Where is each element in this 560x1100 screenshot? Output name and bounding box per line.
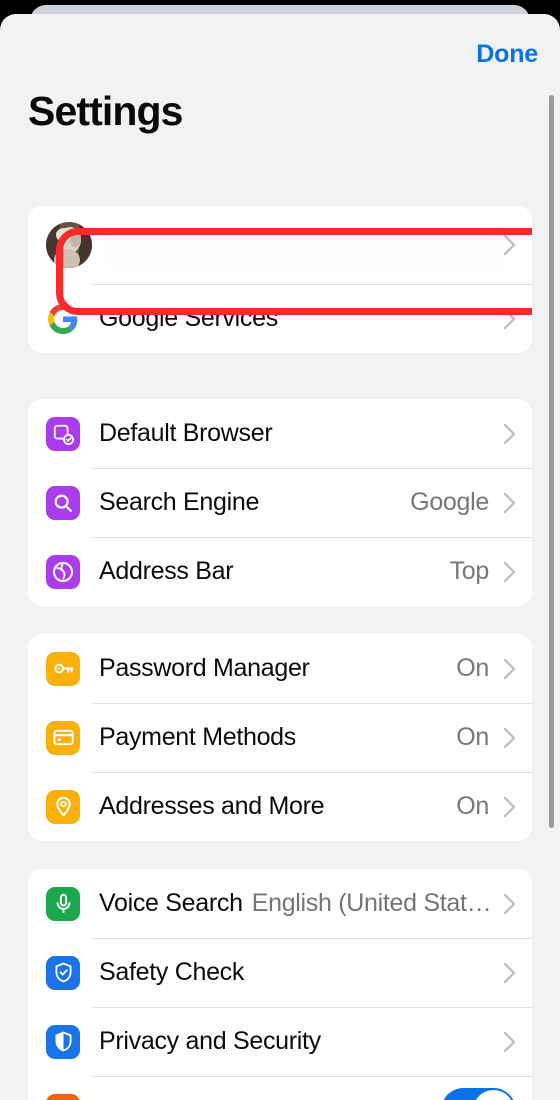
browser-group: Default Browser Search Engine Google Add…	[28, 399, 532, 606]
chevron-right-icon	[503, 492, 516, 513]
default-browser-row[interactable]: Default Browser	[28, 399, 532, 468]
flame-icon	[46, 1093, 80, 1100]
settings-scroll-area[interactable]: Google Services Default Browser Search E…	[0, 184, 560, 1100]
google-icon	[46, 302, 80, 336]
chevron-right-icon	[503, 658, 516, 679]
chevron-right-icon	[503, 1031, 516, 1052]
password-manager-row[interactable]: Password Manager On	[28, 634, 532, 703]
safety-check-label: Safety Check	[99, 958, 245, 986]
default-browser-icon	[46, 416, 80, 451]
address-bar-row[interactable]: Address Bar Top	[28, 537, 532, 606]
address-bar-value: Top	[449, 557, 490, 585]
location-pin-icon	[46, 789, 80, 824]
shield-check-icon	[46, 955, 80, 990]
google-services-label: Google Services	[99, 304, 278, 332]
advanced-group: Voice Search English (United Stat… Safet…	[28, 869, 532, 1100]
voice-search-label: Voice Search	[99, 889, 243, 917]
google-services-row[interactable]: Google Services	[28, 284, 532, 353]
password-manager-value: On	[456, 654, 489, 682]
search-engine-value: Google	[410, 488, 489, 516]
chevron-right-icon	[503, 308, 516, 329]
chevron-right-icon	[503, 234, 516, 256]
addresses-and-more-value: On	[456, 792, 489, 820]
shield-icon	[46, 1024, 80, 1059]
payment-methods-label: Payment Methods	[99, 723, 296, 751]
password-manager-label: Password Manager	[99, 654, 310, 682]
settings-sheet: Done Settings Google Services Default Br…	[0, 14, 560, 1100]
vertical-scrollbar[interactable]	[549, 95, 554, 828]
voice-search-language: English (United Stat…	[251, 889, 492, 917]
safety-check-row[interactable]: Safety Check	[28, 938, 532, 1007]
microphone-icon	[46, 886, 80, 921]
voice-search-row[interactable]: Voice Search English (United Stat…	[28, 869, 532, 938]
search-engine-label: Search Engine	[99, 488, 260, 516]
chevron-right-icon	[503, 727, 516, 748]
chevron-right-icon	[503, 561, 516, 582]
discover-label: Discover	[99, 1096, 194, 1100]
navigation-bar: Done	[0, 14, 560, 72]
avatar	[46, 222, 92, 268]
search-engine-row[interactable]: Search Engine Google	[28, 468, 532, 537]
discover-row[interactable]: Discover	[28, 1076, 532, 1100]
page-title: Settings	[28, 88, 183, 134]
chevron-right-icon	[503, 423, 516, 444]
account-row[interactable]	[28, 206, 532, 284]
address-bar-label: Address Bar	[99, 557, 234, 585]
privacy-and-security-row[interactable]: Privacy and Security	[28, 1007, 532, 1076]
discover-toggle[interactable]	[441, 1088, 516, 1100]
chevron-right-icon	[503, 893, 516, 914]
done-button[interactable]: Done	[476, 40, 538, 69]
account-group: Google Services	[28, 206, 532, 353]
account-name-redacted	[106, 222, 503, 268]
payment-methods-row[interactable]: Payment Methods On	[28, 703, 532, 772]
addresses-and-more-row[interactable]: Addresses and More On	[28, 772, 532, 841]
autofill-group: Password Manager On Payment Methods On A…	[28, 634, 532, 841]
credit-card-icon	[46, 720, 80, 755]
search-icon	[46, 485, 80, 520]
addresses-and-more-label: Addresses and More	[99, 792, 325, 820]
key-icon	[46, 651, 80, 686]
privacy-and-security-label: Privacy and Security	[99, 1027, 321, 1055]
chevron-right-icon	[503, 796, 516, 817]
globe-icon	[46, 554, 80, 589]
chevron-right-icon	[503, 962, 516, 983]
payment-methods-value: On	[456, 723, 489, 751]
discover-toggle-knob	[473, 1090, 514, 1100]
default-browser-label: Default Browser	[99, 419, 273, 447]
